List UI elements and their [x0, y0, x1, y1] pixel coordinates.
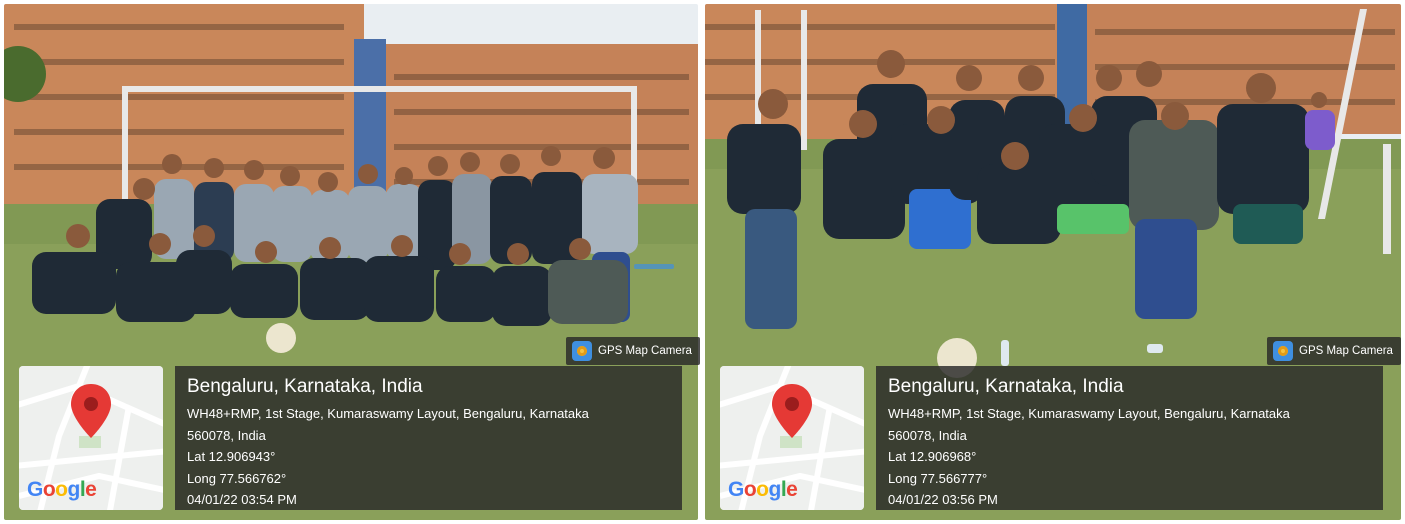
location-title: Bengaluru, Karnataka, India — [888, 376, 1124, 397]
latitude: Lat 12.906968° — [888, 449, 977, 464]
gps-camera-label: GPS Map Camera — [1299, 345, 1393, 357]
address-line-2: 560078, India — [187, 427, 266, 443]
latitude: Lat 12.906943° — [187, 449, 276, 464]
gps-camera-tag-right: GPS Map Camera — [1267, 337, 1401, 365]
timestamp: 04/01/22 03:56 PM — [888, 492, 998, 507]
address-line-2: 560078, India — [888, 427, 967, 443]
location-info-left: Bengaluru, Karnataka, India WH48+RMP, 1s… — [175, 366, 682, 510]
camera-app-icon — [1273, 341, 1293, 361]
location-title: Bengaluru, Karnataka, India — [187, 376, 423, 397]
location-info-right: Bengaluru, Karnataka, India WH48+RMP, 1s… — [876, 366, 1383, 510]
google-logo: Google — [728, 478, 798, 501]
camera-app-icon — [572, 341, 592, 361]
longitude: Long 77.566777° — [888, 470, 988, 486]
timestamp: 04/01/22 03:54 PM — [187, 492, 297, 507]
gps-camera-tag-left: GPS Map Camera — [566, 337, 700, 365]
map-thumbnail-left: Google — [19, 366, 163, 510]
address-line-1: WH48+RMP, 1st Stage, Kumaraswamy Layout,… — [187, 406, 589, 421]
address-line-1: WH48+RMP, 1st Stage, Kumaraswamy Layout,… — [888, 406, 1290, 421]
google-logo: Google — [27, 478, 97, 501]
longitude: Long 77.566762° — [187, 470, 287, 486]
map-thumbnail-right: Google — [720, 366, 864, 510]
gps-camera-label: GPS Map Camera — [598, 345, 692, 357]
